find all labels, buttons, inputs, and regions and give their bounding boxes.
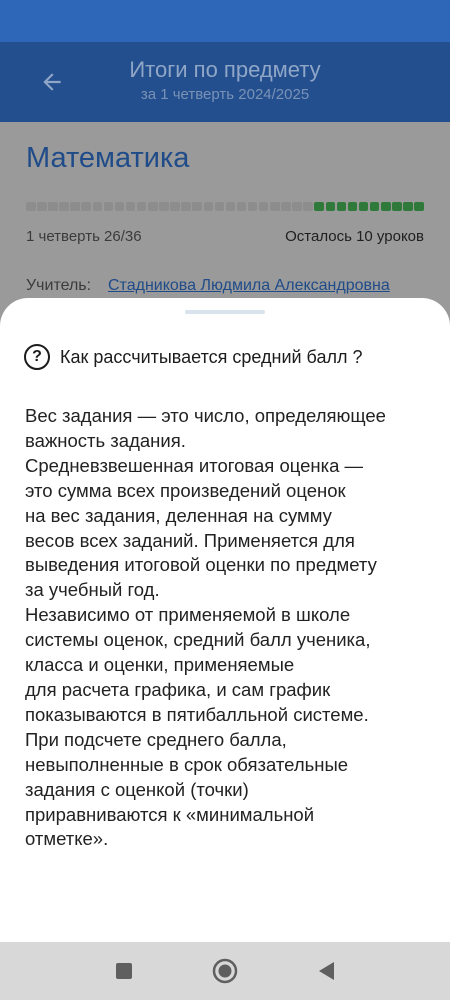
progress-segment [181, 202, 191, 211]
progress-segment [114, 202, 125, 211]
drag-handle[interactable] [185, 310, 265, 314]
triangle-back-icon [319, 962, 334, 980]
progress-segment [225, 202, 236, 211]
bottom-sheet: ? Как рассчитывается средний балл ? Вес … [0, 298, 450, 943]
sheet-text-line: приравниваются к «минимальной [25, 803, 315, 825]
page-subtitle: за 1 четверть 2024/2025 [140, 86, 310, 103]
progress-segment [81, 202, 91, 211]
period-progress-text: 1 четверть 26/36 [26, 228, 142, 245]
sheet-text-line: Независимо от применяемой в школе [25, 604, 351, 626]
page-title: Итоги по предмету [129, 57, 321, 82]
progress-segment [92, 202, 103, 211]
progress-segment [281, 202, 291, 211]
progress-segment [59, 202, 69, 211]
progress-segment [303, 202, 313, 211]
progress-segment [37, 202, 47, 211]
progress-segment [270, 202, 280, 211]
square-icon [116, 963, 132, 979]
sheet-text-line: для расчета графика, и сам график [25, 678, 331, 700]
teacher-link[interactable]: Стадникова Людмила Александровна [108, 277, 390, 295]
status-bar [0, 0, 450, 42]
progress-segment [403, 202, 413, 211]
progress-segment [170, 202, 180, 211]
home-button[interactable] [210, 956, 240, 986]
progress-segment [203, 202, 213, 211]
sheet-text-line: невыполненные в срок обязательные [25, 753, 349, 775]
sheet-text-line: системы оценок, средний балл ученика, [25, 629, 371, 651]
progress-segment [325, 202, 336, 211]
progress-segment [369, 202, 380, 211]
sheet-header: ? Как рассчитывается средний балл ? [24, 344, 362, 370]
sheet-text-line: весов всех заданий. Применяется для [25, 529, 355, 551]
sheet-text-line: на вес задания, деленная на сумму [25, 504, 332, 526]
progress-segment [314, 202, 324, 211]
progress-segment [414, 202, 424, 211]
progress-segment [48, 202, 58, 211]
progress-segment [136, 202, 147, 211]
sheet-text-line: показываются в пятибалльной системе. [25, 703, 369, 725]
progress-segment [192, 202, 202, 211]
lesson-progress-bar [26, 202, 424, 214]
progress-segment [247, 202, 258, 211]
sheet-text-line: Вес задания — это число, определяющее [25, 405, 386, 426]
circle-home-icon [212, 958, 238, 984]
sheet-text-line: задания с оценкой (точки) [25, 778, 249, 800]
system-nav-bar [0, 942, 450, 1000]
teacher-label: Учитель: [26, 277, 92, 294]
progress-segment [70, 202, 80, 211]
remaining-lessons-text: Осталось 10 уроков [285, 228, 424, 245]
progress-segment [392, 202, 402, 211]
app-bar: Итоги по предмету за 1 четверть 2024/202… [0, 42, 450, 122]
progress-segment [292, 202, 302, 211]
sheet-title: Как рассчитывается средний балл ? [60, 346, 363, 367]
recents-button[interactable] [109, 956, 139, 986]
sheet-text-line: При подсчете среднего балла, [25, 728, 287, 750]
sheet-text-line: выведения итоговой оценки по предмету [25, 554, 377, 576]
sheet-text-line: класса и оценки, применяемые [25, 654, 295, 676]
progress-segment [381, 202, 391, 211]
sheet-text-line: за учебный год. [25, 579, 160, 601]
sheet-text-line: важность задания. [25, 429, 186, 451]
progress-segment [103, 202, 114, 211]
progress-segment [159, 202, 169, 211]
progress-segment [214, 202, 225, 211]
progress-segment [258, 202, 269, 211]
progress-segment [347, 202, 358, 211]
progress-segment [148, 202, 158, 211]
sheet-body-text: Вес задания — это число, определяющее важ… [25, 404, 435, 852]
subject-title: Математика [26, 142, 190, 174]
progress-segment [336, 202, 347, 211]
progress-segment [125, 202, 136, 211]
progress-segment [236, 202, 247, 211]
progress-segment [26, 202, 36, 211]
help-circle-icon: ? [24, 344, 50, 370]
sheet-text-line: это сумма всех произведений оценок [25, 479, 346, 501]
sheet-text-line: Средневзвешенная итоговая оценка — [25, 454, 364, 476]
nav-back-button[interactable] [311, 956, 341, 986]
sheet-text-line: отметке». [25, 828, 109, 850]
progress-segment [358, 202, 369, 211]
